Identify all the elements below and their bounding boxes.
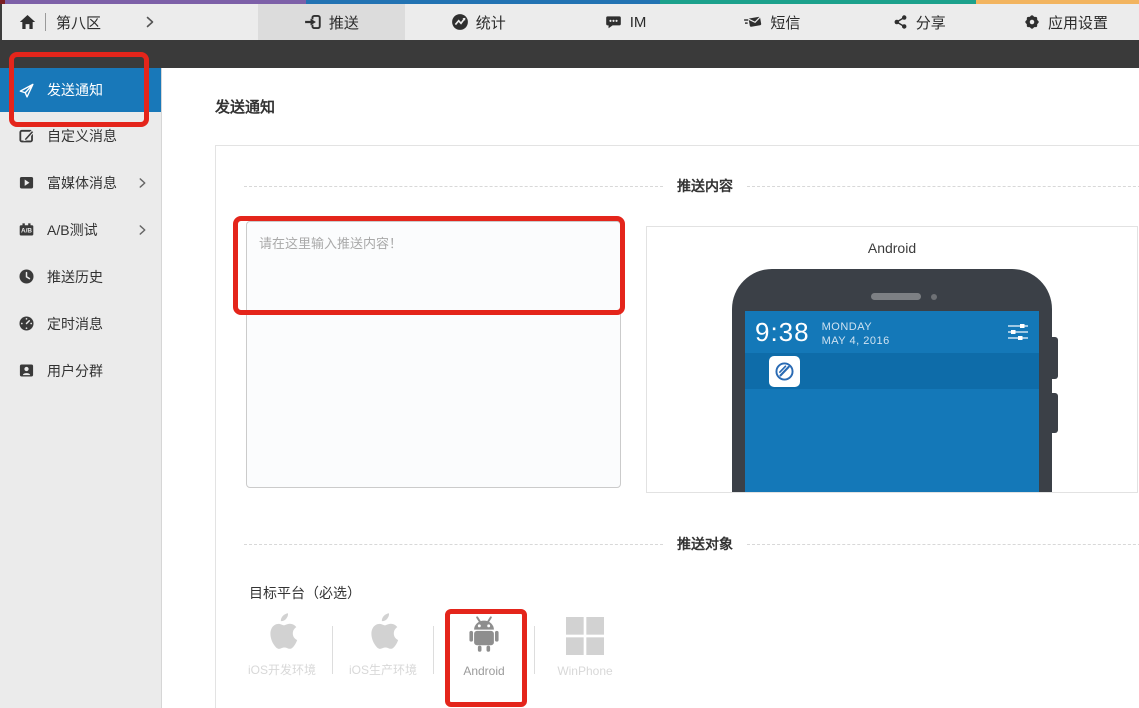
- apple-icon: [265, 612, 299, 652]
- gear-icon: [1023, 13, 1041, 31]
- sms-icon: [743, 13, 763, 31]
- home-icon[interactable]: [18, 13, 37, 31]
- tab-label: 短信: [770, 12, 800, 33]
- section-divider-push-content: 推送内容: [244, 176, 1139, 196]
- settings-sliders-icon: [1007, 319, 1029, 341]
- chevron-right-icon: [138, 176, 147, 189]
- chevron-right-icon[interactable]: [145, 15, 155, 29]
- tab-label: IM: [630, 14, 647, 31]
- sidebar-item-ab-test[interactable]: A/B A/B测试: [0, 206, 161, 253]
- tab-label: 推送: [329, 12, 359, 33]
- phone-mockup: 9:38 MONDAY MAY 4, 2016: [732, 269, 1052, 493]
- sidebar-item-push-history[interactable]: 推送历史: [0, 253, 161, 300]
- play-square-icon: [18, 174, 35, 191]
- notification-row: [745, 353, 1039, 389]
- ab-test-icon: A/B: [18, 221, 35, 238]
- preview-date: MAY 4, 2016: [822, 334, 890, 348]
- preview-platform-title: Android: [647, 240, 1137, 256]
- sidebar-item-label: 自定义消息: [47, 126, 117, 146]
- clock-icon: [18, 268, 35, 285]
- stats-icon: [451, 13, 469, 31]
- timer-icon: [18, 315, 35, 332]
- secondary-header-bar: [0, 40, 1139, 68]
- phone-speaker: [871, 293, 921, 300]
- section-title: 推送对象: [677, 534, 733, 554]
- app-switcher[interactable]: 第八区: [2, 4, 258, 40]
- sidebar-item-label: A/B测试: [47, 220, 98, 240]
- sidebar-item-rich-media[interactable]: 富媒体消息: [0, 159, 161, 206]
- tab-stats[interactable]: 统计: [405, 4, 552, 40]
- tab-im[interactable]: IM: [552, 4, 699, 40]
- platform-ios-dev[interactable]: iOS开发环境: [232, 612, 332, 684]
- platform-label: WinPhone: [557, 664, 612, 678]
- tab-push[interactable]: 推送: [258, 4, 405, 40]
- platform-winphone[interactable]: WinPhone: [535, 612, 635, 684]
- im-icon: [604, 13, 623, 31]
- platform-label: Android: [463, 664, 504, 678]
- svg-text:A/B: A/B: [21, 228, 32, 235]
- push-content-input[interactable]: [246, 221, 621, 488]
- sidebar-item-user-segments[interactable]: 用户分群: [0, 347, 161, 394]
- tab-app-settings[interactable]: 应用设置: [992, 4, 1139, 40]
- windows-icon: [566, 617, 604, 655]
- sidebar-item-label: 发送通知: [47, 80, 103, 100]
- section-title: 推送内容: [677, 176, 733, 196]
- page-title: 发送通知: [215, 96, 275, 117]
- current-app-name: 第八区: [56, 12, 101, 33]
- preview-time: 9:38: [755, 319, 810, 345]
- platform-label: iOS开发环境: [248, 661, 316, 678]
- user-group-icon: [18, 362, 35, 379]
- android-preview-box: Android 9:38 MONDAY MAY 4, 2016: [646, 226, 1138, 493]
- sidebar: 发送通知 自定义消息 富媒体消息 A/B: [0, 68, 162, 708]
- sidebar-item-label: 推送历史: [47, 267, 103, 287]
- chevron-right-icon: [138, 223, 147, 236]
- app-logo-icon: [769, 356, 800, 387]
- platform-label: iOS生产环境: [349, 661, 417, 678]
- sidebar-item-label: 用户分群: [47, 361, 103, 381]
- send-icon: [18, 82, 35, 99]
- sidebar-item-label: 富媒体消息: [47, 173, 117, 193]
- tab-sms[interactable]: 短信: [698, 4, 845, 40]
- tab-label: 应用设置: [1048, 12, 1108, 33]
- section-divider-push-target: 推送对象: [244, 534, 1139, 554]
- phone-side-button: [1052, 337, 1058, 379]
- top-nav: 第八区 推送 统计 IM: [0, 4, 1139, 40]
- phone-side-button: [1052, 393, 1058, 433]
- tab-label: 分享: [916, 12, 946, 33]
- apple-icon: [366, 612, 400, 652]
- sidebar-item-scheduled-message[interactable]: 定时消息: [0, 300, 161, 347]
- nav-divider: [45, 13, 46, 31]
- push-form-panel: 推送内容 Android 9:38 MONDAY MAY 4, 2016: [215, 145, 1139, 708]
- target-platform-label: 目标平台（必选）: [249, 583, 361, 603]
- pencil-square-icon: [18, 127, 35, 144]
- tab-share[interactable]: 分享: [845, 4, 992, 40]
- platform-ios-prod[interactable]: iOS生产环境: [333, 612, 433, 684]
- android-icon: [466, 615, 502, 655]
- platform-android[interactable]: Android: [434, 612, 534, 684]
- platform-selector: iOS开发环境 iOS生产环境: [232, 612, 635, 684]
- sidebar-item-send-notification[interactable]: 发送通知: [0, 68, 161, 112]
- phone-camera: [931, 294, 937, 300]
- sidebar-item-label: 定时消息: [47, 314, 103, 334]
- push-icon: [304, 13, 322, 31]
- share-icon: [892, 13, 909, 31]
- phone-screen: 9:38 MONDAY MAY 4, 2016: [745, 311, 1039, 493]
- sidebar-item-custom-message[interactable]: 自定义消息: [0, 112, 161, 159]
- tab-label: 统计: [476, 12, 506, 33]
- preview-day: MONDAY: [822, 320, 890, 334]
